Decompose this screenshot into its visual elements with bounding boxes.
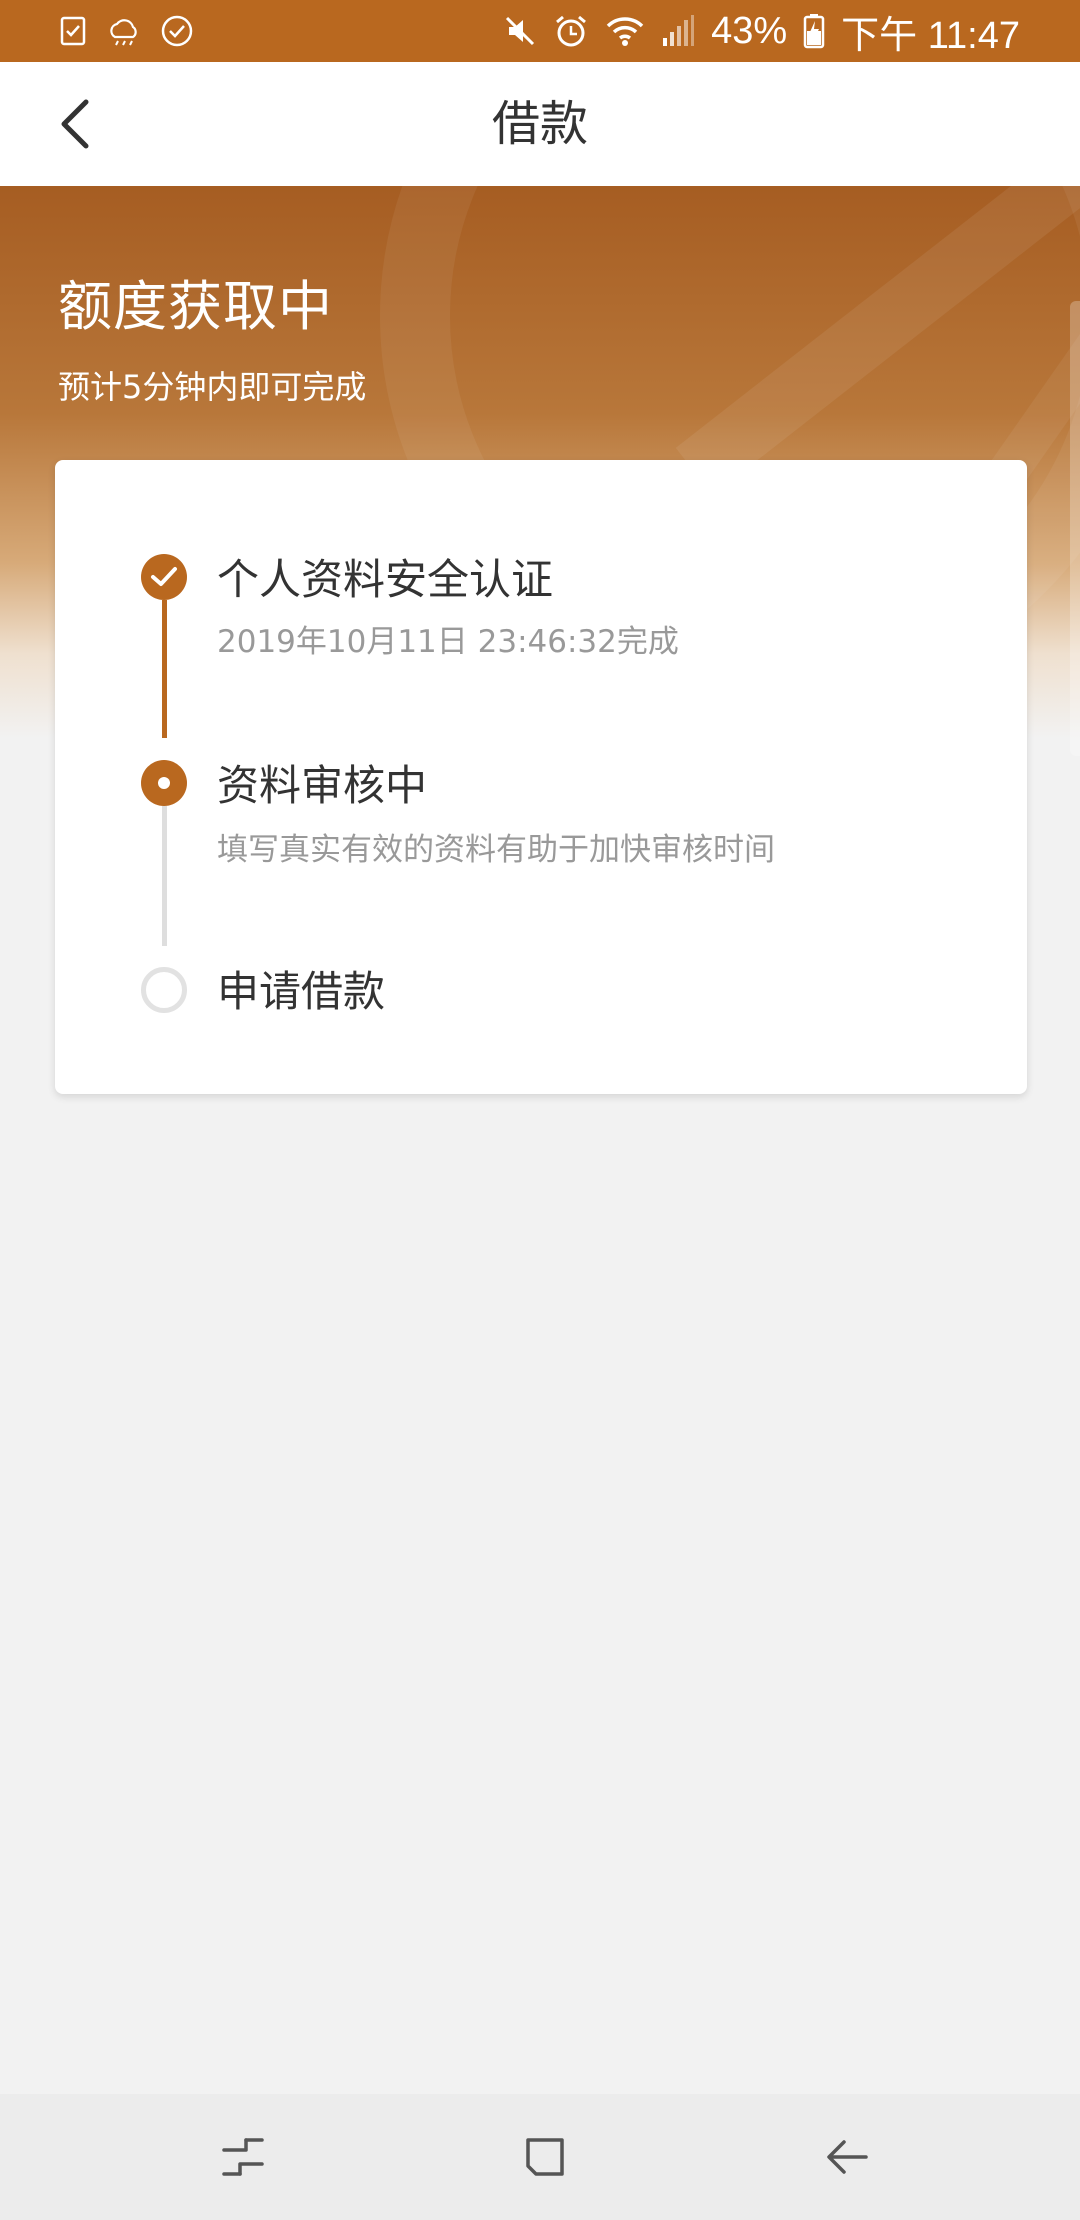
status-time: 下午 11:47 (841, 14, 1020, 57)
banner-title: 额度获取中 (58, 275, 333, 338)
status-right-icons: 43% 下午 11:47 (503, 4, 1020, 59)
back-arrow-icon (827, 2140, 868, 2174)
system-nav-bar (0, 2094, 1080, 2220)
step-title: 申请借款 (217, 967, 386, 1016)
checkmark-icon (151, 567, 177, 586)
step-description: 填写真实有效的资料有助于加快审核时间 (217, 832, 775, 868)
battery-charging-icon (803, 13, 825, 49)
step-current-marker (141, 760, 187, 806)
task-check-icon (58, 15, 88, 47)
home-icon (526, 2138, 564, 2176)
step-title: 个人资料安全认证 (217, 555, 554, 604)
status-bar: 43% 下午 11:47 (0, 0, 1080, 62)
step-description: 2019年10月11日 23:46:32完成 (217, 624, 679, 660)
signal-icon (661, 14, 695, 48)
page-title: 借款 (491, 96, 588, 152)
mute-icon (503, 14, 537, 48)
step-done-marker (141, 554, 187, 600)
step-connector-pending (162, 806, 167, 946)
recent-apps-icon (222, 2138, 264, 2176)
home-button[interactable] (510, 2122, 580, 2192)
current-dot (158, 777, 170, 789)
recent-apps-button[interactable] (208, 2122, 278, 2192)
step-title: 资料审核中 (217, 761, 428, 810)
wifi-icon (605, 14, 645, 48)
title-bar: 借款 (0, 62, 1080, 186)
step-connector-done (162, 600, 167, 738)
alarm-icon (553, 13, 589, 49)
battery-percent: 43% (711, 9, 788, 52)
progress-card: 个人资料安全认证 2019年10月11日 23:46:32完成 资料审核中 填写… (55, 460, 1027, 1094)
system-back-button[interactable] (812, 2122, 882, 2192)
cloud-weather-icon (106, 15, 142, 47)
banner-edge-tab (1070, 301, 1080, 756)
status-left-icons (58, 14, 194, 48)
check-circle-icon (160, 14, 194, 48)
banner-subtitle: 预计5分钟内即可完成 (58, 368, 367, 406)
step-pending-marker (141, 967, 187, 1013)
